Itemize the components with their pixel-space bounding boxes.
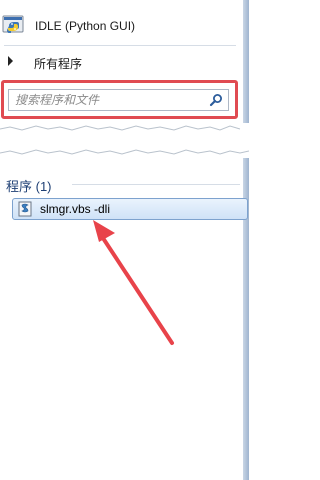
search-box[interactable] (8, 89, 229, 111)
search-results-panel: 程序 (1) slmgr.vbs -dli (0, 158, 249, 480)
result-item-label: slmgr.vbs -dli (40, 202, 111, 216)
start-menu-right-border (243, 0, 249, 123)
search-icon[interactable] (209, 93, 223, 107)
all-programs-label: 所有程序 (34, 57, 83, 71)
search-input[interactable] (9, 90, 205, 110)
pinned-item-idle[interactable]: IDLE (Python GUI) (0, 14, 240, 40)
pinned-item-label: IDLE (Python GUI) (35, 19, 136, 33)
torn-edge-separator (0, 123, 250, 158)
results-group-header: 程序 (1) (0, 174, 243, 194)
python-idle-icon (2, 14, 26, 40)
start-menu-panel: IDLE (Python GUI) 所有程序 (0, 0, 249, 123)
menu-divider (4, 45, 236, 46)
vbs-script-icon (17, 201, 33, 217)
result-item-slmgr[interactable]: slmgr.vbs -dli (12, 198, 248, 220)
all-programs-button[interactable]: 所有程序 (0, 50, 240, 74)
results-group-divider (72, 184, 240, 185)
arrow-right-icon (8, 56, 13, 66)
results-group-label: 程序 (1) (6, 179, 52, 194)
